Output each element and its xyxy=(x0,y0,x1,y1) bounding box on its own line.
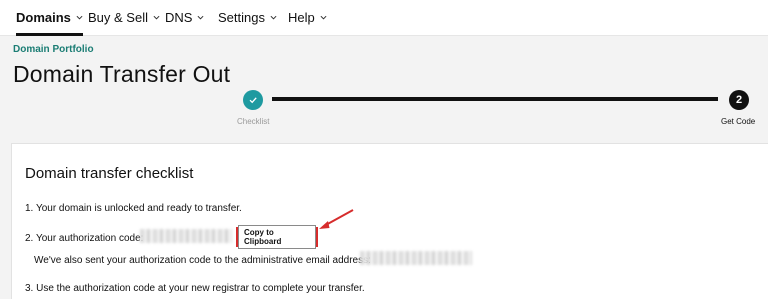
chevron-down-icon xyxy=(153,15,160,20)
top-nav: Domains Buy & Sell DNS Settings Help xyxy=(0,0,768,36)
nav-help[interactable]: Help xyxy=(288,0,327,36)
copy-to-clipboard-button[interactable]: Copy to Clipboard xyxy=(238,225,316,249)
nav-settings[interactable]: Settings xyxy=(218,0,277,36)
page-title: Domain Transfer Out xyxy=(13,61,231,87)
chevron-down-icon xyxy=(320,15,327,20)
annotation-arrow-icon xyxy=(319,209,354,229)
breadcrumb[interactable]: Domain Portfolio xyxy=(13,44,94,55)
nav-dns-label: DNS xyxy=(165,10,193,25)
chevron-down-icon xyxy=(197,15,204,20)
checklist-item-1: 1. Your domain is unlocked and ready to … xyxy=(25,203,242,214)
step-2-label: Get Code xyxy=(721,117,756,126)
checklist-title: Domain transfer checklist xyxy=(25,165,194,182)
chevron-down-icon xyxy=(76,15,83,20)
checkmark-icon xyxy=(249,97,257,104)
step-1-complete-indicator xyxy=(243,90,263,110)
stepper-progress-line xyxy=(272,97,718,101)
nav-buy-sell[interactable]: Buy & Sell xyxy=(88,0,160,36)
checklist-item-2-email-note: We've also sent your authorization code … xyxy=(34,255,371,266)
checklist-item-2: 2. Your authorization code: xyxy=(25,233,144,244)
step-1-label: Checklist xyxy=(237,117,270,126)
redacted-admin-email xyxy=(360,251,472,265)
checklist-item-3: 3. Use the authorization code at your ne… xyxy=(25,283,365,294)
nav-domains-label: Domains xyxy=(16,10,71,25)
step-2-indicator: 2 xyxy=(729,90,749,110)
nav-help-label: Help xyxy=(288,10,315,25)
redacted-authorization-code xyxy=(140,229,232,243)
nav-settings-label: Settings xyxy=(218,10,265,25)
copy-to-clipboard-highlight: Copy to Clipboard xyxy=(236,225,318,249)
nav-buy-sell-label: Buy & Sell xyxy=(88,10,148,25)
nav-domains[interactable]: Domains xyxy=(16,0,83,36)
chevron-down-icon xyxy=(270,15,277,20)
nav-dns[interactable]: DNS xyxy=(165,0,204,36)
